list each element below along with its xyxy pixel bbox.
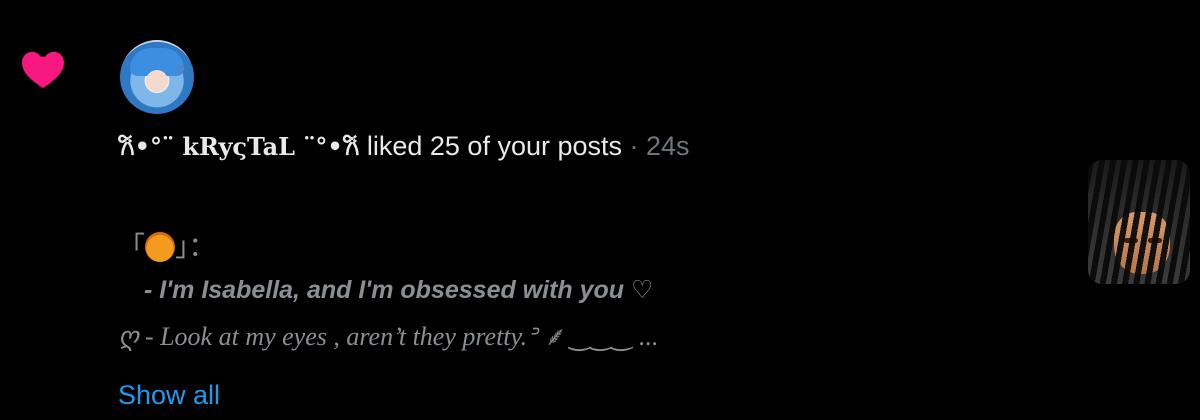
actor-name[interactable]: 𐙚•°¨ kRyςTaL ¨°•𐙚: [118, 132, 359, 161]
heart-icon: [22, 51, 64, 89]
post-line-1: 「」：: [118, 232, 216, 263]
notification-text[interactable]: 𐙚•°¨ kRyςTaL ¨°•𐙚 liked 25 of your posts…: [118, 130, 690, 163]
avatar[interactable]: ♡: [120, 40, 194, 114]
post-line-2: - I'm Isabella, and I'm obsessed with yo…: [144, 276, 654, 304]
post-thumbnail[interactable]: [1088, 160, 1190, 284]
action-text: liked 25 of your posts: [359, 131, 623, 161]
post-preview[interactable]: 「」： - I'm Isabella, and I'm obsessed wit…: [118, 225, 659, 353]
separator: ·: [622, 131, 647, 161]
pumpkin-icon: [145, 232, 175, 262]
timestamp: 24s: [646, 131, 690, 161]
post-line-3: ღ - Look at my eyes , aren’t they pretty…: [118, 322, 659, 351]
show-all-link[interactable]: Show all: [118, 380, 220, 411]
